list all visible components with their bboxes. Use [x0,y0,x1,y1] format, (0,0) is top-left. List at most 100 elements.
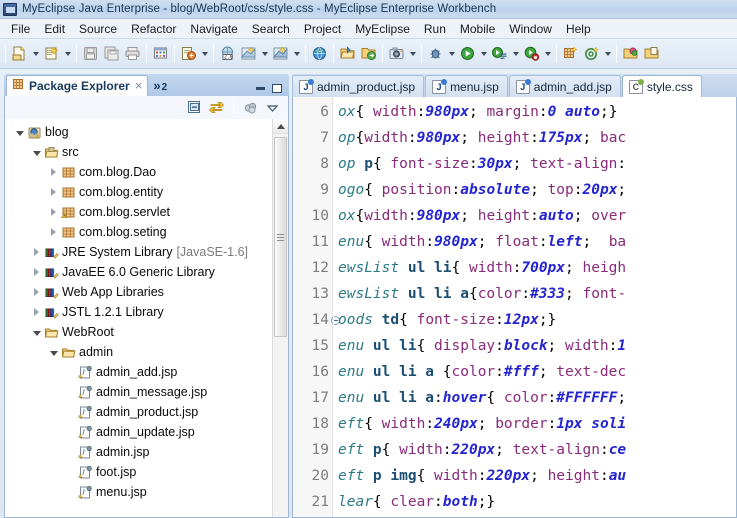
tree-item-com-blog-servlet[interactable]: com.blog.servlet [5,202,272,222]
link-with-editor-icon[interactable] [208,99,225,116]
close-icon[interactable]: × [134,79,144,92]
tree-item-jre-system-library[interactable]: JRE System Library [JavaSE-1.6] [5,242,272,262]
view-overflow-indicator[interactable]: » 2 [153,77,167,94]
code-line[interactable]: op p{ font-size:30px; text-align: [334,151,736,177]
twisty-collapsed-icon[interactable] [30,288,43,296]
tree-item-menu-jsp[interactable]: Jmenu.jsp [5,482,272,502]
open-type-icon[interactable] [620,43,641,65]
tree-item-jstl-1-2-1-library[interactable]: JSTL 1.2.1 Library [5,302,272,322]
editor-tab-menu-jsp[interactable]: Jmenu.jsp [425,75,508,97]
menu-search[interactable]: Search [245,20,297,38]
menu-myeclipse[interactable]: MyEclipse [348,20,417,38]
save-icon[interactable] [80,43,101,65]
deploy-icon[interactable] [178,43,199,65]
tree-item-admin-update-jsp[interactable]: Jadmin_update.jsp [5,422,272,442]
tree-item-foot-jsp[interactable]: Jfoot.jsp [5,462,272,482]
twisty-collapsed-icon[interactable] [47,188,60,196]
tree-item-blog[interactable]: blog [5,122,272,142]
scroll-up-arrow-icon[interactable] [273,119,288,134]
twisty-collapsed-icon[interactable] [47,228,60,236]
globe-icon[interactable] [309,43,330,65]
open-resource-icon[interactable] [641,43,662,65]
bug-icon[interactable] [425,43,446,65]
twisty-expanded-icon[interactable] [13,129,26,136]
tree-item-admin-product-jsp[interactable]: Jadmin_product.jsp [5,402,272,422]
menu-edit[interactable]: Edit [37,20,72,38]
tab-package-explorer[interactable]: Package Explorer × [6,75,149,96]
editor-tab-admin-product-jsp[interactable]: Jadmin_product.jsp [292,75,425,97]
tree-item-web-app-libraries[interactable]: Web App Libraries [5,282,272,302]
code-line[interactable]: enu ul li a {color:#fff; text-dec [334,359,736,385]
twisty-expanded-icon[interactable] [47,349,60,356]
tree-item-webroot[interactable]: WebRoot [5,322,272,342]
code-line[interactable]: enu ul li{ display:block; width:1 [334,333,736,359]
code-line[interactable]: ogo{ position:absolute; top:20px; [334,177,736,203]
server-icon[interactable]: 2.0 [217,43,238,65]
new-project-dropdown-icon[interactable] [62,43,73,65]
menu-refactor[interactable]: Refactor [124,20,183,38]
menu-run[interactable]: Run [417,20,453,38]
db-connect-dropdown-icon[interactable] [291,43,302,65]
save-all-icon[interactable] [101,43,122,65]
code-line[interactable]: eft p{ width:220px; text-align:ce [334,437,736,463]
db-explorer-dropdown-icon[interactable] [259,43,270,65]
tree-vertical-scrollbar[interactable] [272,119,288,517]
code-line[interactable]: ewsList ul li a{color:#333; font- [334,281,736,307]
print-icon[interactable] [122,43,143,65]
editor-tab-admin-add-jsp[interactable]: Jadmin_add.jsp [508,75,621,97]
twisty-collapsed-icon[interactable] [47,208,60,216]
tree-item-admin-add-jsp[interactable]: Jadmin_add.jsp [5,362,272,382]
collapse-all-icon[interactable] [186,99,203,116]
code-line[interactable]: ewsList ul li{ width:700px; heigh [334,255,736,281]
code-line[interactable]: op{width:980px; height:175px; bac [334,125,736,151]
code-line[interactable]: eft{ width:240px; border:1px soli [334,411,736,437]
css-source-code[interactable]: ox{ width:980px; margin:0 auto;} op{width… [333,97,736,517]
code-line[interactable]: enu{ width:980px; float:left; ba [334,229,736,255]
new-class-icon[interactable] [560,43,581,65]
menu-file[interactable]: File [4,20,37,38]
focus-on-active-task-icon[interactable] [242,99,259,116]
code-line[interactable]: lear{ clear:both;} [334,489,736,515]
tree-item-admin-message-jsp[interactable]: Jadmin_message.jsp [5,382,272,402]
twisty-expanded-icon[interactable] [30,149,43,156]
menu-mobile[interactable]: Mobile [453,20,502,38]
new-annotation-icon[interactable] [581,43,602,65]
code-line[interactable]: ight{ overflow:auto; min-height:6 [334,515,736,517]
twisty-expanded-icon[interactable] [30,329,43,336]
maximize-icon[interactable] [272,84,282,93]
new-project-icon[interactable] [41,43,62,65]
camera-icon[interactable] [386,43,407,65]
bug-dropdown-icon[interactable] [446,43,457,65]
package-explorer-tree[interactable]: blog src com.blog.Dao com.blog.entity com.bl… [5,119,272,517]
grid-icon[interactable] [150,43,171,65]
code-line[interactable]: ox{width:980px; height:auto; over [334,203,736,229]
scrollbar-thumb[interactable] [274,137,287,337]
code-line[interactable]: enu ul li a:hover{ color:#FFFFFF; [334,385,736,411]
camera-dropdown-icon[interactable] [407,43,418,65]
open-folder-icon[interactable] [337,43,358,65]
tree-item-admin-jsp[interactable]: Jadmin.jsp [5,442,272,462]
run-server-dropdown-icon[interactable] [542,43,553,65]
tree-item-com-blog-dao[interactable]: com.blog.Dao [5,162,272,182]
twisty-collapsed-icon[interactable] [47,168,60,176]
new-file-icon[interactable] [9,43,30,65]
minimize-icon[interactable] [256,87,265,90]
menu-source[interactable]: Source [72,20,124,38]
run-tools-icon[interactable] [489,43,510,65]
db-explorer-icon[interactable] [238,43,259,65]
menu-help[interactable]: Help [559,20,598,38]
code-line[interactable]: eft p img{ width:220px; height:au [334,463,736,489]
tree-item-admin[interactable]: admin [5,342,272,362]
code-line[interactable]: oods td{ font-size:12px;} [334,307,736,333]
new-annotation-dropdown-icon[interactable] [602,43,613,65]
twisty-collapsed-icon[interactable] [30,308,43,316]
tree-item-com-blog-entity[interactable]: com.blog.entity [5,182,272,202]
twisty-collapsed-icon[interactable] [30,248,43,256]
twisty-collapsed-icon[interactable] [30,268,43,276]
tree-item-javaee-6-0-generic-library[interactable]: JavaEE 6.0 Generic Library [5,262,272,282]
run-icon[interactable] [457,43,478,65]
menu-navigate[interactable]: Navigate [183,20,244,38]
view-menu-icon[interactable] [264,99,281,116]
deploy-dropdown-icon[interactable] [199,43,210,65]
run-tools-dropdown-icon[interactable] [510,43,521,65]
